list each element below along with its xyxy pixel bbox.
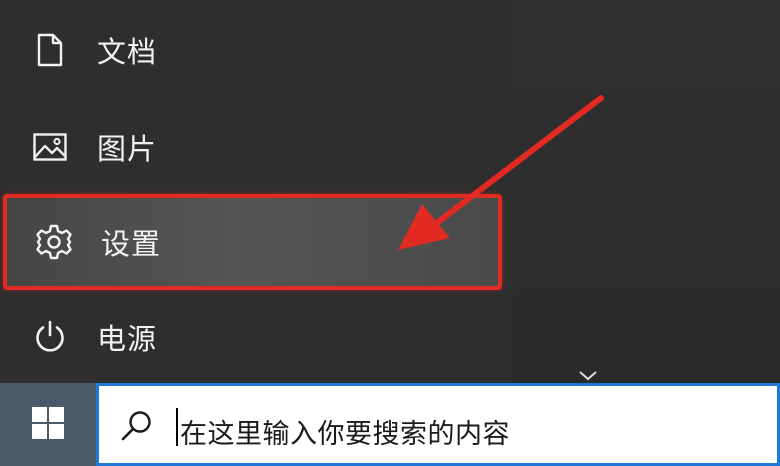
- start-button[interactable]: [0, 383, 96, 466]
- start-menu-item-power[interactable]: 电源: [0, 292, 513, 382]
- search-placeholder: 在这里输入你要搜索的内容: [180, 419, 510, 450]
- start-menu-left-pane: 文档 图片 设置 电源: [0, 0, 513, 383]
- power-icon: [31, 318, 69, 356]
- start-menu: 文档 图片 设置 电源: [0, 0, 780, 383]
- start-menu-item-settings[interactable]: 设置: [3, 194, 502, 290]
- start-menu-item-label: 设置: [101, 227, 162, 261]
- taskbar: 在这里输入你要搜索的内容: [0, 383, 780, 466]
- start-menu-item-documents[interactable]: 文档: [0, 5, 513, 95]
- windows-logo-icon: [32, 406, 64, 443]
- chevron-down-icon[interactable]: [576, 368, 600, 382]
- start-menu-item-label: 文档: [97, 35, 158, 69]
- search-input[interactable]: 在这里输入你要搜索的内容: [96, 383, 780, 466]
- start-menu-tiles-pane: [513, 0, 780, 383]
- picture-icon: [31, 128, 69, 166]
- start-menu-item-label: 图片: [97, 132, 158, 166]
- start-menu-item-label: 电源: [97, 322, 158, 356]
- search-icon: [119, 408, 155, 444]
- text-cursor: [176, 408, 178, 446]
- start-menu-item-pictures[interactable]: 图片: [0, 102, 513, 192]
- gear-icon: [35, 223, 73, 261]
- document-icon: [31, 31, 69, 69]
